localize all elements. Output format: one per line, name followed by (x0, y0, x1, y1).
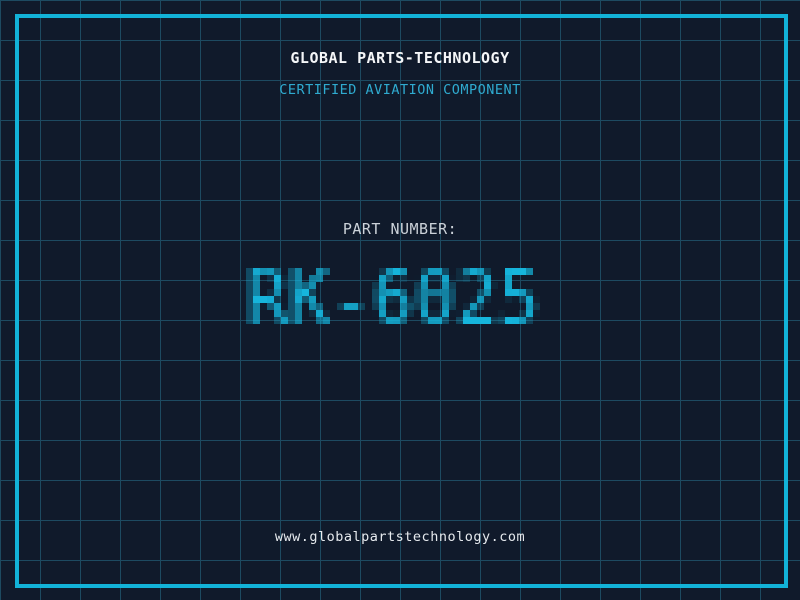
company-title: GLOBAL PARTS-TECHNOLOGY (290, 49, 510, 67)
certification-subtitle: CERTIFIED AVIATION COMPONENT (279, 82, 521, 98)
certificate-content: GLOBAL PARTS-TECHNOLOGY CERTIFIED AVIATI… (0, 0, 800, 600)
part-number-label: PART NUMBER: (342, 220, 458, 238)
certificate-card: GLOBAL PARTS-TECHNOLOGY CERTIFIED AVIATI… (0, 0, 800, 600)
part-number-display (232, 254, 568, 345)
website-url: www.globalpartstechnology.com (274, 529, 526, 545)
